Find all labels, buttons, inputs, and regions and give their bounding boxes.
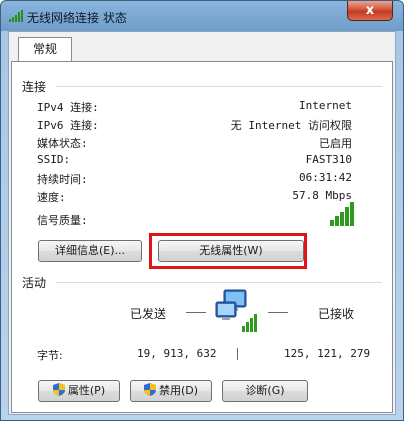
ipv6-value: 无 Internet 访问权限 [230,119,352,132]
media-state-value: 已启用 [319,137,352,150]
ipv4-label: IPv4 连接: [37,101,99,114]
disable-button-label: 禁用(D) [158,384,199,397]
dialog-client-area: 常规 连接 IPv4 连接: Internet IPv6 连接: 无 Inter… [8,31,396,415]
status-dialog-window: 无线网络连接 状态 x 常规 连接 IPv4 连接: Internet IPv6… [0,0,404,421]
diagnose-button[interactable]: 诊断(G) [222,380,308,402]
details-button[interactable]: 详细信息(E)... [38,240,142,262]
disable-button[interactable]: 禁用(D) [130,380,212,402]
uac-shield-icon [143,383,156,396]
duration-value: 06:31:42 [299,171,352,184]
properties-button[interactable]: 属性(P) [38,380,120,402]
ssid-label: SSID: [37,153,71,166]
activity-divider [56,282,382,283]
highlight-box [149,233,307,269]
ipv4-value: Internet [299,99,352,112]
media-state-label: 媒体状态: [37,137,88,150]
speed-label: 速度: [37,191,66,204]
ipv6-label: IPv6 连接: [37,119,99,132]
connection-section-label: 连接 [22,80,47,94]
signal-quality-label: 信号质量: [37,214,88,227]
title-bar[interactable]: 无线网络连接 状态 x [1,1,403,31]
received-label: 已接收 [318,307,355,321]
wireless-signal-icon [9,10,23,22]
received-line [268,312,288,313]
sent-line [186,312,206,313]
bytes-label: 字节: [37,349,63,362]
sent-label: 已发送 [130,307,167,321]
activity-section-label: 活动 [22,276,47,290]
tab-general[interactable]: 常规 [18,37,72,62]
connection-divider [56,86,382,87]
uac-shield-icon [52,383,65,396]
speed-value: 57.8 Mbps [292,189,352,202]
bytes-sent-value: 19, 913, 632 [137,347,217,360]
signal-strength-icon [330,202,354,226]
window-title: 无线网络连接 状态 [27,11,127,25]
ssid-value: FAST310 [305,153,352,166]
bytes-received-value: 125, 121, 279 [284,347,371,360]
network-computers-icon [215,289,257,332]
activity-separator [237,348,238,360]
properties-button-label: 属性(P) [67,384,106,397]
close-button[interactable]: x [347,1,393,21]
duration-label: 持续时间: [37,173,88,186]
